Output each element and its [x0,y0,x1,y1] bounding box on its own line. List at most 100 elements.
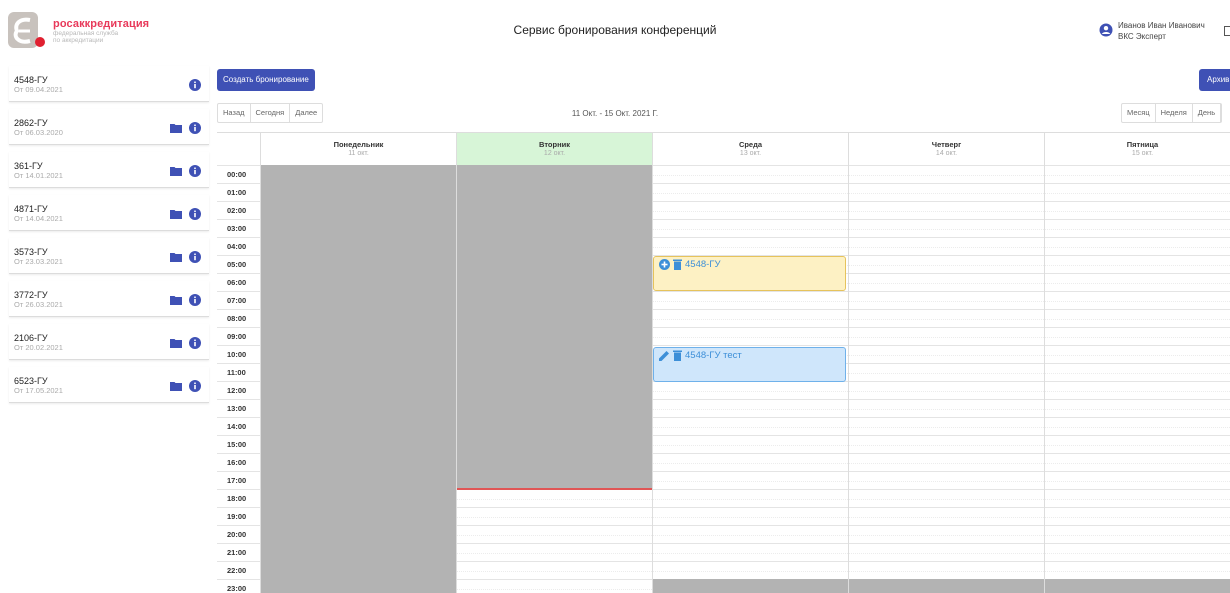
list-item[interactable]: 4871-ГУ От 14.04.2021 [9,195,209,231]
booking-event[interactable]: 4548-ГУ тест [653,347,846,382]
hour-label: 06:00 [227,278,247,287]
info-icon[interactable] [189,165,201,177]
current-time-line [456,488,652,490]
hour-label: 09:00 [227,332,247,341]
hour-label: 21:00 [227,548,247,557]
hour-label: 05:00 [227,260,247,269]
info-icon[interactable] [189,251,201,263]
list-item[interactable]: 361-ГУ От 14.01.2021 [9,152,209,188]
booking-event[interactable]: 4548-ГУ [653,256,846,291]
hour-label: 13:00 [227,404,247,413]
folder-icon[interactable] [170,338,182,348]
day-date: 11 окт. [348,150,369,157]
info-icon[interactable] [189,79,201,91]
column-divider [456,133,457,593]
pencil-icon[interactable] [659,350,670,361]
hour-label: 17:00 [227,476,247,485]
day-date: 14 окт. [935,150,958,157]
list-item[interactable]: 3772-ГУ От 26.03.2021 [9,281,209,317]
folder-icon[interactable] [170,295,182,305]
column-divider [848,133,849,593]
brand-name: росаккредитация [53,18,150,30]
trash-icon[interactable] [673,350,682,361]
unavailable-block [260,165,456,593]
hour-label: 20:00 [227,530,247,539]
user-role: ВКС Эксперт [1118,32,1166,41]
folder-icon[interactable] [170,209,182,219]
month-view-button[interactable]: Месяц [1122,104,1156,122]
column-divider [260,133,261,593]
hour-label: 19:00 [227,512,247,521]
week-view-button[interactable]: Неделя [1156,104,1193,122]
event-title: 4548-ГУ [685,259,721,270]
day-date: 13 окт. [739,150,762,157]
info-icon[interactable] [189,294,201,306]
day-name: Пятница [1126,140,1159,149]
list-item[interactable]: 4548-ГУ От 09.04.2021 [9,66,209,102]
folder-icon[interactable] [170,123,182,133]
archive-button[interactable]: Архив [1199,69,1230,91]
day-header-thursday[interactable]: Четверг 14 окт. [848,133,1044,165]
hour-label: 11:00 [227,368,246,377]
folder-icon[interactable] [170,381,182,391]
rosaccreditation-logo [8,12,45,48]
hour-label: 14:00 [227,422,247,431]
day-header-wednesday[interactable]: Среда 13 окт. [652,133,848,165]
hour-label: 23:00 [227,584,247,593]
list-item[interactable]: 2106-ГУ От 20.02.2021 [9,324,209,360]
day-header-tuesday[interactable]: Вторник 12 окт. [456,133,652,165]
day-name: Понедельник [333,140,384,149]
day-date: 15 окт. [1131,150,1154,157]
app-header: росаккредитация федеральная служба по ак… [0,0,1230,62]
user-name: Иванов Иван Иванович [1118,21,1205,30]
hour-label: 12:00 [227,386,247,395]
event-title: 4548-ГУ тест [685,350,742,361]
unavailable-block [652,579,1230,593]
create-booking-button[interactable]: Создать бронирование [217,69,315,91]
date-range-label: 11 Окт. - 15 Окт. 2021 Г. [571,109,659,118]
week-calendar: Понедельник 11 окт. Вторник 12 окт. Сред… [217,132,1230,593]
hour-label: 02:00 [227,206,247,215]
user-menu[interactable]: Иванов Иван Иванович ВКС Эксперт [1099,21,1205,42]
folder-icon[interactable] [170,252,182,262]
brand-subtitle-line1: федеральная служба [53,30,119,37]
hour-label: 18:00 [227,494,247,503]
day-name: Среда [738,140,763,149]
hour-label: 08:00 [227,314,247,323]
hour-label: 07:00 [227,296,247,305]
info-icon[interactable] [189,337,201,349]
hour-label: 22:00 [227,566,247,575]
logout-icon[interactable] [1224,26,1230,36]
hour-label: 15:00 [227,440,247,449]
view-switcher: Месяц Неделя День [1121,103,1223,123]
trash-icon[interactable] [673,259,682,270]
brand-block: росаккредитация федеральная служба по ак… [53,18,149,44]
hour-label: 04:00 [227,242,247,251]
plus-circle-icon[interactable] [659,259,670,270]
hour-label: 10:00 [227,350,247,359]
day-view-button[interactable]: День [1193,104,1222,122]
day-name: Четверг [931,140,962,149]
item-date: От 09.04.2021 [14,85,63,94]
unavailable-block [456,165,652,489]
hour-label: 00:00 [227,170,247,179]
page-title: Сервис бронирования конференций [513,23,717,37]
day-header-friday[interactable]: Пятница 15 окт. [1044,133,1230,165]
user-circle-icon [1099,23,1113,37]
info-icon[interactable] [189,122,201,134]
list-item[interactable]: 6523-ГУ От 17.05.2021 [9,367,209,403]
hour-label: 01:00 [227,188,247,197]
column-divider [1044,133,1045,593]
info-icon[interactable] [189,208,201,220]
time-gutter-header [217,133,260,165]
day-date: 12 окт. [543,150,566,157]
list-item[interactable]: 3573-ГУ От 23.03.2021 [9,238,209,274]
day-header-monday[interactable]: Понедельник 11 окт. [260,133,456,165]
hour-label: 16:00 [227,458,247,467]
hour-label: 03:00 [227,224,247,233]
day-name: Вторник [539,140,570,149]
folder-icon[interactable] [170,166,182,176]
item-title: 4548-ГУ [14,75,48,85]
brand-subtitle-line2: по аккредитации [53,37,104,44]
info-icon[interactable] [189,380,201,392]
